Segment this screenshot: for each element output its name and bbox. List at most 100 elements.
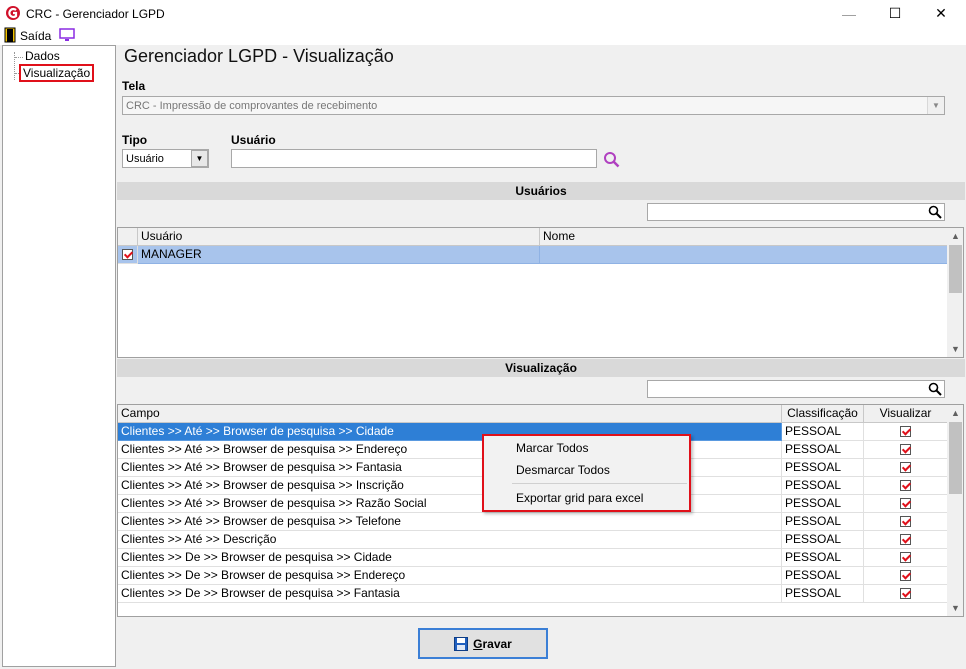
visualizar-cell[interactable] bbox=[864, 441, 948, 459]
search-icon[interactable] bbox=[928, 205, 942, 219]
tela-label: Tela bbox=[122, 79, 146, 93]
column-header-classificacao[interactable]: Classificação bbox=[782, 405, 864, 423]
save-button[interactable]: Gravar bbox=[418, 628, 548, 659]
app-logo-icon bbox=[6, 6, 20, 20]
monitor-icon[interactable] bbox=[59, 28, 75, 42]
visualizar-cell[interactable] bbox=[864, 477, 948, 495]
minimize-icon: — bbox=[842, 5, 856, 22]
tipo-label: Tipo bbox=[122, 133, 148, 147]
classificacao-cell: PESSOAL bbox=[782, 549, 864, 567]
table-row[interactable]: Clientes >> De >> Browser de pesquisa >>… bbox=[118, 567, 948, 585]
usuarios-search-input[interactable] bbox=[647, 203, 945, 221]
visualizar-cell[interactable] bbox=[864, 585, 948, 603]
tree-connector bbox=[15, 57, 23, 58]
table-row[interactable]: Clientes >> Até >> Descrição PESSOAL bbox=[118, 531, 948, 549]
classificacao-cell: PESSOAL bbox=[782, 513, 864, 531]
campo-cell: Clientes >> Até >> Browser de pesquisa >… bbox=[118, 513, 782, 531]
visualizar-checkbox[interactable] bbox=[900, 480, 911, 492]
exit-menu-item[interactable]: Saída bbox=[20, 29, 51, 43]
visualizar-checkbox[interactable] bbox=[900, 516, 911, 528]
visualizar-cell[interactable] bbox=[864, 495, 948, 513]
maximize-icon: ☐ bbox=[888, 5, 902, 21]
table-row[interactable]: Clientes >> De >> Browser de pesquisa >>… bbox=[118, 585, 948, 603]
visualizar-checkbox[interactable] bbox=[900, 570, 911, 582]
classificacao-cell: PESSOAL bbox=[782, 423, 864, 441]
visualizar-cell[interactable] bbox=[864, 459, 948, 477]
navigation-tree: Dados Visualização bbox=[2, 45, 116, 667]
classificacao-cell: PESSOAL bbox=[782, 531, 864, 549]
scroll-up-icon[interactable]: ▲ bbox=[947, 228, 963, 244]
usuarios-grid-header: Usuário Nome bbox=[118, 228, 948, 246]
page-title: Gerenciador LGPD - Visualização bbox=[124, 46, 394, 66]
title-bar: CRC - Gerenciador LGPD — ☐ ✕ bbox=[0, 0, 966, 27]
tree-item-dados[interactable]: Dados bbox=[25, 49, 60, 63]
classificacao-cell: PESSOAL bbox=[782, 567, 864, 585]
visualizar-checkbox[interactable] bbox=[900, 498, 911, 510]
usuario-label: Usuário bbox=[231, 133, 276, 147]
visualizar-cell[interactable] bbox=[864, 513, 948, 531]
column-header-visualizar[interactable]: Visualizar bbox=[864, 405, 948, 423]
close-icon: ✕ bbox=[935, 5, 947, 21]
tipo-select[interactable]: Usuário ▼ bbox=[122, 149, 209, 168]
visualizar-checkbox[interactable] bbox=[900, 588, 911, 600]
grid-header-checkbox-col bbox=[118, 228, 138, 246]
visualizar-checkbox[interactable] bbox=[900, 444, 911, 456]
usuario-input[interactable] bbox=[231, 149, 597, 168]
row-checkbox-cell[interactable] bbox=[118, 246, 138, 264]
exit-door-icon[interactable] bbox=[4, 27, 16, 43]
minimize-button[interactable]: — bbox=[826, 0, 872, 27]
context-menu-item-exportar-excel[interactable]: Exportar grid para excel bbox=[516, 491, 643, 505]
nome-cell bbox=[540, 246, 948, 264]
visualizar-checkbox[interactable] bbox=[900, 534, 911, 546]
tree-item-visualizacao[interactable]: Visualização bbox=[19, 64, 95, 82]
visualizar-checkbox[interactable] bbox=[900, 426, 911, 438]
scroll-down-icon[interactable]: ▼ bbox=[947, 341, 963, 357]
visualizar-cell[interactable] bbox=[864, 567, 948, 585]
visualizar-cell[interactable] bbox=[864, 423, 948, 441]
search-icon[interactable] bbox=[928, 382, 942, 396]
column-header-usuario[interactable]: Usuário bbox=[138, 228, 540, 246]
usuarios-section-header: Usuários bbox=[117, 182, 965, 200]
table-row[interactable]: Clientes >> Até >> Browser de pesquisa >… bbox=[118, 513, 948, 531]
context-menu-separator bbox=[512, 483, 687, 484]
classificacao-cell: PESSOAL bbox=[782, 495, 864, 513]
visualizar-checkbox[interactable] bbox=[900, 552, 911, 564]
campo-cell: Clientes >> Até >> Descrição bbox=[118, 531, 782, 549]
classificacao-cell: PESSOAL bbox=[782, 477, 864, 495]
dropdown-arrow-icon[interactable]: ▼ bbox=[927, 97, 944, 114]
context-menu-item-desmarcar-todos[interactable]: Desmarcar Todos bbox=[516, 463, 610, 477]
maximize-button[interactable]: ☐ bbox=[872, 0, 918, 27]
save-button-label: Gravar bbox=[473, 636, 512, 651]
table-row[interactable]: Clientes >> De >> Browser de pesquisa >>… bbox=[118, 549, 948, 567]
campo-cell: Clientes >> De >> Browser de pesquisa >>… bbox=[118, 585, 782, 603]
classificacao-cell: PESSOAL bbox=[782, 441, 864, 459]
visualizacao-section-header: Visualização bbox=[117, 359, 965, 377]
visualizar-cell[interactable] bbox=[864, 549, 948, 567]
scrollbar-thumb[interactable] bbox=[949, 422, 962, 494]
table-row[interactable]: MANAGER bbox=[118, 246, 948, 264]
save-floppy-icon bbox=[454, 636, 469, 651]
context-menu-item-marcar-todos[interactable]: Marcar Todos bbox=[516, 441, 588, 455]
usuarios-scrollbar[interactable]: ▲ ▼ bbox=[947, 228, 963, 357]
context-menu: Marcar Todos Desmarcar Todos Exportar gr… bbox=[482, 434, 691, 512]
search-icon[interactable] bbox=[603, 151, 620, 168]
visualizar-checkbox[interactable] bbox=[900, 462, 911, 474]
scrollbar-thumb[interactable] bbox=[949, 245, 962, 293]
visualizacao-search-input[interactable] bbox=[647, 380, 945, 398]
visualizacao-scrollbar[interactable]: ▲ ▼ bbox=[947, 405, 963, 616]
tela-select[interactable]: CRC - Impressão de comprovantes de receb… bbox=[122, 96, 945, 115]
row-checkbox[interactable] bbox=[122, 249, 133, 261]
campo-cell: Clientes >> De >> Browser de pesquisa >>… bbox=[118, 567, 782, 585]
classificacao-cell: PESSOAL bbox=[782, 585, 864, 603]
column-header-campo[interactable]: Campo bbox=[118, 405, 782, 423]
menu-bar: Saída bbox=[0, 27, 966, 45]
column-header-nome[interactable]: Nome bbox=[540, 228, 948, 246]
tela-select-value: CRC - Impressão de comprovantes de receb… bbox=[126, 100, 378, 112]
window-title: CRC - Gerenciador LGPD bbox=[26, 7, 165, 21]
close-button[interactable]: ✕ bbox=[918, 0, 964, 27]
visualizar-cell[interactable] bbox=[864, 531, 948, 549]
scroll-down-icon[interactable]: ▼ bbox=[947, 600, 963, 616]
dropdown-arrow-icon[interactable]: ▼ bbox=[191, 150, 208, 167]
usuario-cell: MANAGER bbox=[138, 246, 540, 264]
scroll-up-icon[interactable]: ▲ bbox=[947, 405, 963, 421]
